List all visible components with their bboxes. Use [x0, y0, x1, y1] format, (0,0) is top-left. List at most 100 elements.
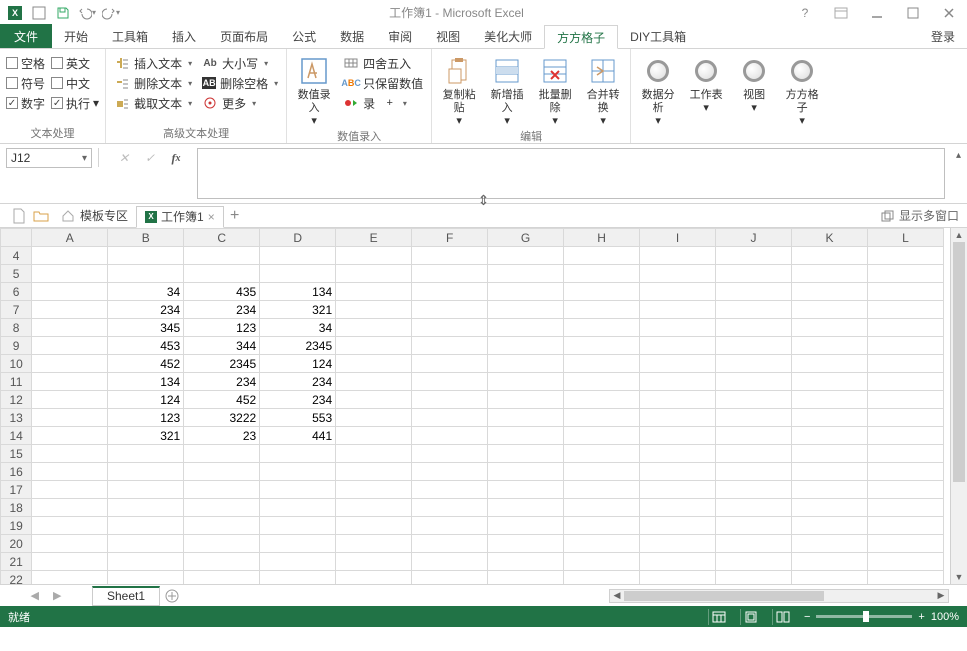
- cell[interactable]: [412, 355, 488, 373]
- cell[interactable]: [184, 445, 260, 463]
- cell[interactable]: 234: [184, 301, 260, 319]
- close-icon[interactable]: [935, 2, 963, 24]
- cell[interactable]: [716, 283, 792, 301]
- cell[interactable]: [640, 373, 716, 391]
- cell[interactable]: [488, 445, 564, 463]
- cmd-keep-num[interactable]: ABC只保留数值: [341, 73, 425, 93]
- cell[interactable]: 123: [108, 409, 184, 427]
- cell[interactable]: [564, 445, 640, 463]
- cell[interactable]: [791, 319, 867, 337]
- cell[interactable]: [867, 283, 943, 301]
- cell[interactable]: [108, 553, 184, 571]
- cell[interactable]: [640, 445, 716, 463]
- tab-home[interactable]: 开始: [52, 24, 100, 48]
- cell[interactable]: [488, 517, 564, 535]
- cell[interactable]: [640, 499, 716, 517]
- cell[interactable]: [716, 319, 792, 337]
- cmd-worksheet[interactable]: 工作表▾: [685, 53, 727, 115]
- row-header[interactable]: 10: [1, 355, 32, 373]
- cell[interactable]: [412, 391, 488, 409]
- cell[interactable]: 453: [108, 337, 184, 355]
- cell[interactable]: [564, 247, 640, 265]
- cell[interactable]: [108, 499, 184, 517]
- cell[interactable]: [716, 427, 792, 445]
- column-header[interactable]: A: [32, 229, 108, 247]
- accept-formula-icon[interactable]: ✓: [137, 148, 163, 168]
- row-header[interactable]: 7: [1, 301, 32, 319]
- row-header[interactable]: 11: [1, 373, 32, 391]
- add-sheet-button[interactable]: [160, 586, 184, 606]
- cell[interactable]: [336, 535, 412, 553]
- cell[interactable]: 2345: [184, 355, 260, 373]
- close-tab-icon[interactable]: ×: [208, 210, 215, 224]
- cell[interactable]: [488, 409, 564, 427]
- cell[interactable]: [867, 427, 943, 445]
- scroll-up-icon[interactable]: ▲: [951, 228, 967, 242]
- row-header[interactable]: 21: [1, 553, 32, 571]
- cell[interactable]: [564, 283, 640, 301]
- cell[interactable]: [32, 355, 108, 373]
- save-icon[interactable]: [52, 2, 74, 24]
- cell[interactable]: [108, 481, 184, 499]
- chk-space[interactable]: 空格: [6, 53, 45, 73]
- cell[interactable]: [412, 463, 488, 481]
- cell[interactable]: [260, 553, 336, 571]
- view-pagelayout-icon[interactable]: [740, 609, 762, 625]
- folder-icon[interactable]: [30, 205, 52, 227]
- cell[interactable]: 345: [108, 319, 184, 337]
- vertical-scrollbar[interactable]: ▲ ▼: [950, 228, 967, 584]
- cell[interactable]: [867, 463, 943, 481]
- view-pagebreak-icon[interactable]: [772, 609, 794, 625]
- cell[interactable]: [32, 427, 108, 445]
- cancel-formula-icon[interactable]: ✕: [111, 148, 137, 168]
- worksheet-grid[interactable]: ABCDEFGHIJKL4563443513472342343218345123…: [0, 228, 950, 584]
- cell[interactable]: [867, 553, 943, 571]
- cell[interactable]: [32, 535, 108, 553]
- scroll-right-icon[interactable]: ▶: [934, 590, 948, 601]
- cell[interactable]: 3222: [184, 409, 260, 427]
- zoom-slider[interactable]: [816, 615, 912, 618]
- cell[interactable]: [716, 301, 792, 319]
- cell[interactable]: [260, 463, 336, 481]
- cmd-data-analysis[interactable]: 数据分析▾: [637, 53, 679, 128]
- column-header[interactable]: C: [184, 229, 260, 247]
- cmd-view-tools[interactable]: 视图▾: [733, 53, 775, 115]
- cell[interactable]: [867, 247, 943, 265]
- cell[interactable]: [260, 517, 336, 535]
- cell[interactable]: [867, 391, 943, 409]
- cell[interactable]: [412, 553, 488, 571]
- cell[interactable]: [336, 355, 412, 373]
- workbook-tab[interactable]: X工作簿1×: [136, 206, 224, 228]
- cell[interactable]: [336, 301, 412, 319]
- cell[interactable]: 124: [260, 355, 336, 373]
- cell[interactable]: [640, 355, 716, 373]
- cell[interactable]: [867, 373, 943, 391]
- cell[interactable]: 321: [108, 427, 184, 445]
- tab-formulas[interactable]: 公式: [280, 24, 328, 48]
- new-blank-icon[interactable]: [28, 2, 50, 24]
- cell[interactable]: [412, 445, 488, 463]
- cell[interactable]: [32, 517, 108, 535]
- cell[interactable]: [564, 265, 640, 283]
- column-header[interactable]: D: [260, 229, 336, 247]
- cell[interactable]: [564, 553, 640, 571]
- minimize-icon[interactable]: [863, 2, 891, 24]
- cell[interactable]: [32, 463, 108, 481]
- cell[interactable]: [564, 355, 640, 373]
- cell[interactable]: [412, 337, 488, 355]
- column-header[interactable]: J: [716, 229, 792, 247]
- cell[interactable]: 23: [184, 427, 260, 445]
- cell[interactable]: 234: [260, 391, 336, 409]
- chk-symbol[interactable]: 符号: [6, 73, 45, 93]
- expand-formula-icon[interactable]: ▴: [956, 150, 961, 161]
- cell[interactable]: [336, 265, 412, 283]
- cmd-record[interactable]: 录 +▾: [341, 93, 425, 113]
- formula-bar-resizer-icon[interactable]: ⇕: [478, 192, 490, 209]
- sheet-nav[interactable]: ◀▶: [0, 589, 92, 602]
- file-tab[interactable]: 文件: [0, 24, 52, 48]
- cell[interactable]: [716, 499, 792, 517]
- cell[interactable]: [488, 553, 564, 571]
- cell[interactable]: [488, 481, 564, 499]
- cell[interactable]: 321: [260, 301, 336, 319]
- cell[interactable]: [32, 319, 108, 337]
